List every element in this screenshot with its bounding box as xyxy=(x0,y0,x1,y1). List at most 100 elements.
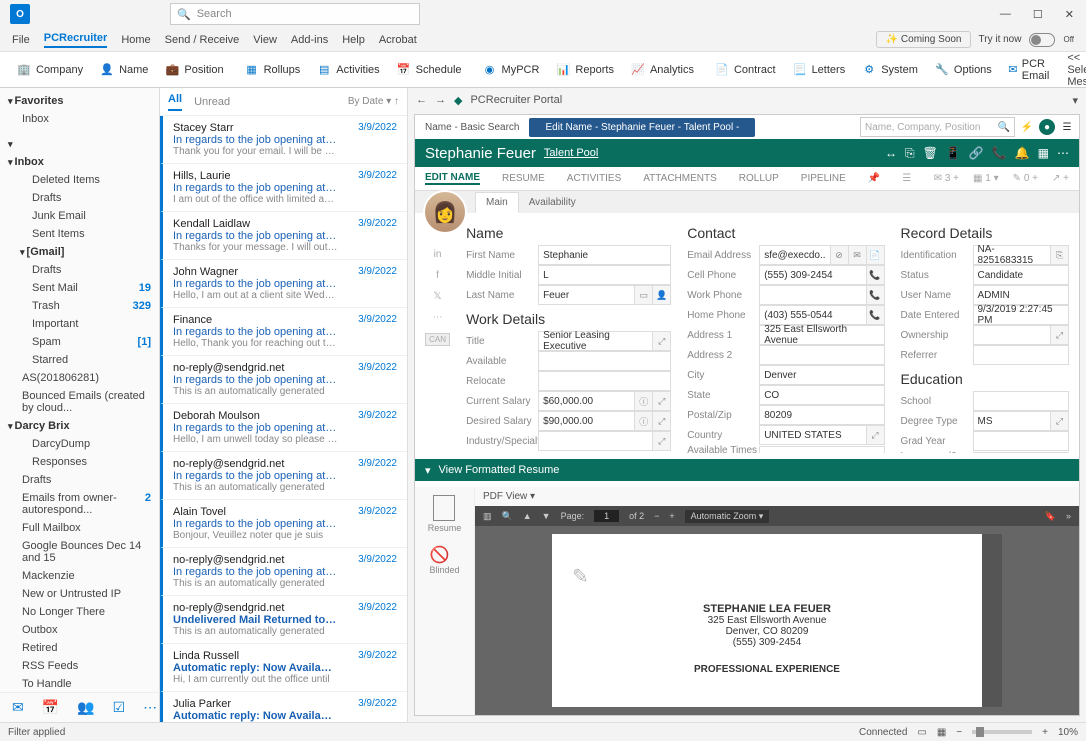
expand-icon[interactable]: ⤢ xyxy=(653,411,671,431)
zoom-dropdown[interactable]: Automatic Zoom ▾ xyxy=(685,510,770,523)
nav-item[interactable]: Retired xyxy=(2,639,157,657)
expand-icon[interactable]: ⤢ xyxy=(1051,325,1069,345)
resume-bar[interactable]: ▾View Formatted Resume xyxy=(415,459,1079,481)
nav-drafts[interactable]: Drafts xyxy=(2,189,157,207)
count-2[interactable]: ▦ 1 ▾ xyxy=(973,173,999,184)
message-item[interactable]: 3/9/2022 no-reply@sendgrid.net In regard… xyxy=(160,452,407,500)
tasks-icon[interactable]: ☑ xyxy=(113,699,126,716)
tab-activities[interactable]: ACTIVITIES xyxy=(567,173,621,184)
facebook-icon[interactable]: f xyxy=(436,270,439,281)
nav-item[interactable]: To Handle xyxy=(2,675,157,693)
message-item[interactable]: 3/9/2022 John Wagner In regards to the j… xyxy=(160,260,407,308)
phone-icon[interactable]: 📱 xyxy=(946,146,961,161)
tab-attachments[interactable]: ATTACHMENTS xyxy=(643,173,717,184)
selected-message-button[interactable]: << Selected Message xyxy=(1067,52,1086,88)
pdf-up-icon[interactable]: ▲ xyxy=(523,511,532,521)
pdf-more-icon[interactable]: » xyxy=(1066,511,1071,521)
nav-bounced[interactable]: Bounced Emails (created by cloud... xyxy=(2,387,157,417)
nav-item[interactable]: New or Untrusted IP xyxy=(2,585,157,603)
copy-icon[interactable]: ⎘ xyxy=(905,146,915,161)
linkedin-icon[interactable]: in xyxy=(434,249,442,260)
nav-item[interactable]: Drafts xyxy=(2,261,157,279)
try-it-toggle[interactable] xyxy=(1029,33,1055,47)
current-salary-input[interactable]: $60,000.00 xyxy=(538,391,635,411)
menu-help[interactable]: Help xyxy=(342,34,365,46)
message-item[interactable]: 3/9/2022 Hills, Laurie In regards to the… xyxy=(160,164,407,212)
home-phone-input[interactable]: (403) 555-0544 xyxy=(759,305,866,325)
nav-item[interactable]: No Longer There xyxy=(2,603,157,621)
grad-year-input[interactable] xyxy=(973,431,1070,451)
pencil-icon[interactable]: ✎ xyxy=(572,564,962,589)
pdf-search-icon[interactable]: 🔍 xyxy=(502,511,513,522)
pcr-current-tab[interactable]: Edit Name - Stephanie Feuer - Talent Poo… xyxy=(529,118,755,137)
addr1-input[interactable]: 325 East Ellsworth Avenue xyxy=(759,325,884,345)
ribbon-contract[interactable]: 📄Contract xyxy=(706,52,784,87)
resume-side-blinded[interactable]: 🚫Blinded xyxy=(429,545,459,575)
card-icon[interactable]: ▭ xyxy=(635,285,653,305)
country-input[interactable]: UNITED STATES xyxy=(759,425,866,445)
ribbon-letters[interactable]: 📃Letters xyxy=(784,52,854,87)
desired-salary-input[interactable]: $90,000.00 xyxy=(538,411,635,431)
zoom-in[interactable]: + xyxy=(1042,727,1048,738)
expand-icon[interactable]: ⤢ xyxy=(867,425,885,445)
nav-item[interactable]: Emails from owner-autorespond...2 xyxy=(2,489,157,519)
doc-icon[interactable]: 📄 xyxy=(867,245,885,265)
middle-initial-input[interactable]: L xyxy=(538,265,671,285)
fav-inbox[interactable]: Inbox xyxy=(2,110,157,128)
nav-item[interactable]: Outbox xyxy=(2,621,157,639)
zoom-out[interactable]: − xyxy=(956,727,962,738)
back-button[interactable]: ← xyxy=(416,94,427,106)
date-entered-input[interactable]: 9/3/2019 2:27:45 PM xyxy=(973,305,1070,325)
nav-darcydump[interactable]: DarcyDump xyxy=(2,435,157,453)
pdf-scrollbar[interactable] xyxy=(982,534,1002,707)
expand-icon[interactable]: ⤢ xyxy=(1051,411,1069,431)
overflow-icon[interactable]: ⋯ xyxy=(143,699,157,716)
delete-icon[interactable]: 🗑 xyxy=(923,146,938,161)
cell-input[interactable]: (555) 309-2454 xyxy=(759,265,866,285)
message-item[interactable]: 3/9/2022 no-reply@sendgrid.net Undeliver… xyxy=(160,596,407,644)
ribbon-name[interactable]: 👤Name xyxy=(91,52,156,87)
tab-edit-name[interactable]: EDIT NAME xyxy=(425,172,480,185)
nav-junk[interactable]: Junk Email xyxy=(2,207,157,225)
bell-icon[interactable]: 🔔 xyxy=(1015,146,1030,161)
ribbon-mypcr[interactable]: ◉MyPCR xyxy=(474,52,548,87)
zoom-in-icon[interactable]: + xyxy=(669,511,674,521)
phone-icon[interactable]: 📞 xyxy=(867,285,885,305)
ribbon-system[interactable]: ⚙System xyxy=(853,52,926,87)
collapse-chevron[interactable]: ▾ xyxy=(2,136,157,153)
pcr-search-input[interactable]: Name, Company, Position🔍 xyxy=(860,117,1015,137)
nav-deleted[interactable]: Deleted Items xyxy=(2,171,157,189)
mail-icon[interactable]: ✉ xyxy=(849,245,867,265)
ban-icon[interactable]: ⊘ xyxy=(831,245,849,265)
expand-icon[interactable]: ⤢ xyxy=(653,331,671,351)
state-input[interactable]: CO xyxy=(759,385,884,405)
count-1[interactable]: ✉ 3 + xyxy=(934,173,959,184)
darcy-header[interactable]: ▾Darcy Brix xyxy=(2,417,157,435)
message-item[interactable]: 3/9/2022 Kendall Laidlaw In regards to t… xyxy=(160,212,407,260)
ribbon-company[interactable]: 🏢Company xyxy=(8,52,91,87)
pin-icon[interactable]: 📌 xyxy=(868,173,880,184)
pdf-view-dropdown[interactable]: PDF View xyxy=(483,491,527,502)
maximize-button[interactable]: ☐ xyxy=(1033,8,1043,21)
ribbon-activities[interactable]: ▤Activities xyxy=(308,52,387,87)
menu-send-receive[interactable]: Send / Receive xyxy=(165,34,240,46)
message-item[interactable]: 3/9/2022 no-reply@sendgrid.net In regard… xyxy=(160,356,407,404)
username-input[interactable]: ADMIN xyxy=(973,285,1070,305)
ribbon-options[interactable]: 🔧Options xyxy=(926,52,1000,87)
available-input[interactable] xyxy=(538,351,671,371)
forward-button[interactable]: → xyxy=(435,94,446,106)
message-item[interactable]: 3/9/2022 no-reply@sendgrid.net In regard… xyxy=(160,548,407,596)
tab-rollup[interactable]: ROLLUP xyxy=(739,173,779,184)
phone-icon[interactable]: 📞 xyxy=(867,265,885,285)
list-icon[interactable]: ☰ xyxy=(902,173,911,184)
subtab-availability[interactable]: Availability xyxy=(519,193,586,212)
nav-item[interactable]: Important xyxy=(2,315,157,333)
mail-icon[interactable]: ✉ xyxy=(12,699,24,716)
identification-input[interactable]: NA-8251683315 xyxy=(973,245,1052,265)
link-icon[interactable]: 🔗 xyxy=(969,146,984,161)
sort-arrow-icon[interactable]: ↑ xyxy=(394,96,399,107)
nav-as[interactable]: AS(201806281) xyxy=(2,369,157,387)
pdf-bookmark-icon[interactable]: 🔖 xyxy=(1045,511,1056,522)
first-name-input[interactable]: Stephanie xyxy=(538,245,671,265)
expand-icon[interactable]: ⤢ xyxy=(653,391,671,411)
